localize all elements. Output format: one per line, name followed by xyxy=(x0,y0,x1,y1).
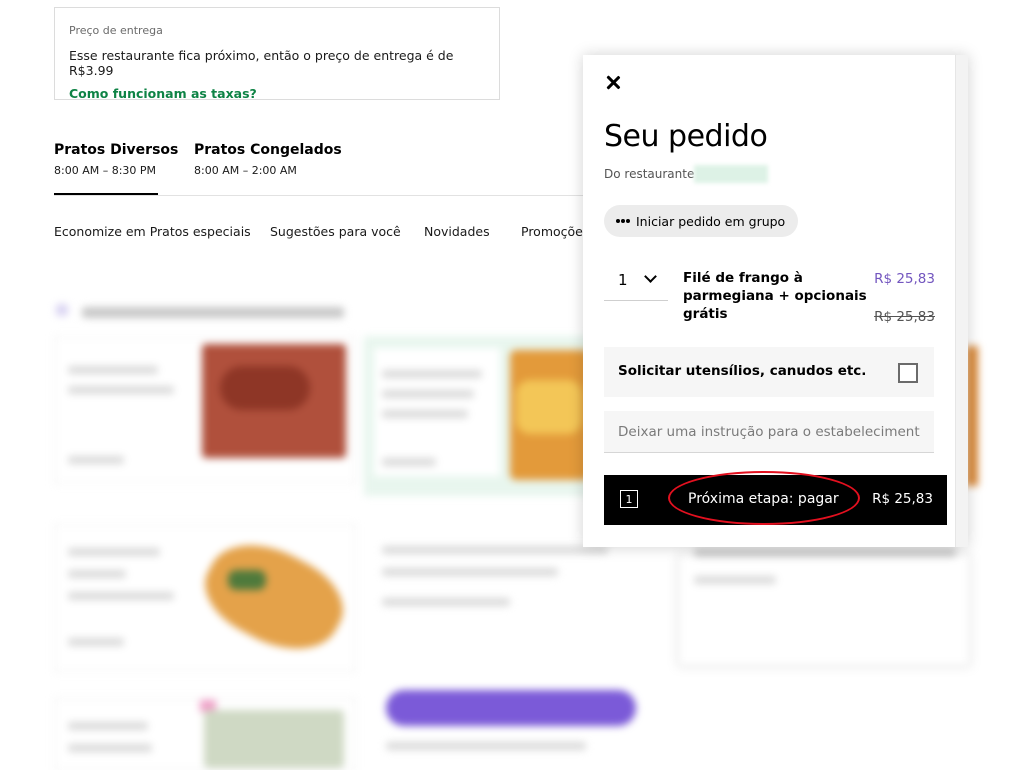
promo-banner[interactable] xyxy=(386,690,636,726)
card-title-placeholder xyxy=(382,568,558,576)
card-title-placeholder xyxy=(382,370,482,378)
group-icon xyxy=(616,219,630,223)
card-title-placeholder xyxy=(68,548,160,556)
card-title-placeholder xyxy=(68,744,152,752)
utensils-label: Solicitar utensílios, canudos etc. xyxy=(618,363,867,379)
menu-tab-hours: 8:00 AM – 8:30 PM xyxy=(54,164,157,177)
card-title-placeholder xyxy=(68,386,174,394)
card-price-placeholder xyxy=(68,456,124,464)
quantity-select[interactable]: 1 xyxy=(604,259,668,301)
card-title-placeholder xyxy=(68,722,148,730)
card-title-placeholder xyxy=(68,570,126,578)
menu-tab-name: Pratos Diversos xyxy=(54,142,179,158)
menu-card[interactable] xyxy=(678,554,970,666)
close-icon[interactable] xyxy=(603,73,623,93)
fees-info-link[interactable]: Como funcionam as taxas? xyxy=(69,86,485,101)
card-price-placeholder xyxy=(382,458,436,466)
card-price-placeholder xyxy=(382,598,510,606)
group-order-button[interactable]: Iniciar pedido em grupo xyxy=(604,205,799,237)
restaurant-name-redacted xyxy=(694,165,768,183)
section-icon xyxy=(56,304,68,316)
delivery-fee-card: Preço de entrega Esse restaurante fica p… xyxy=(54,7,500,101)
utensils-option[interactable]: Solicitar utensílios, canudos etc. xyxy=(604,347,934,397)
card-title-placeholder xyxy=(68,366,158,374)
quantity-value: 1 xyxy=(618,271,628,289)
tab-pratos-diversos[interactable]: Pratos Diversos 8:00 AM – 8:30 PM xyxy=(54,142,178,177)
category-link[interactable]: Novidades xyxy=(424,224,490,239)
group-order-label: Iniciar pedido em grupo xyxy=(636,213,786,229)
order-title: Seu pedido xyxy=(604,119,768,154)
restaurant-from-label: Do restaurante xyxy=(604,167,695,181)
card-title-placeholder xyxy=(68,592,174,600)
tab-pratos-congelados[interactable]: Pratos Congelados 8:00 AM – 2:00 AM xyxy=(194,142,342,177)
card-title-placeholder xyxy=(382,390,474,398)
cart-count-badge: 1 xyxy=(620,490,638,508)
category-link[interactable]: Promoções xyxy=(521,224,589,239)
item-price: R$ 25,83 xyxy=(874,271,935,287)
category-link[interactable]: Sugestões para você xyxy=(270,224,401,239)
card-title-placeholder xyxy=(694,576,776,584)
card-title-placeholder xyxy=(694,548,956,557)
item-original-price: R$ 25,83 xyxy=(874,309,935,325)
checkout-label: Próxima etapa: pagar xyxy=(688,491,839,507)
tabs-divider xyxy=(54,195,614,196)
dish-image-detail xyxy=(516,380,582,434)
panel-scrollbar[interactable] xyxy=(955,55,968,547)
card-title-placeholder xyxy=(382,410,468,418)
delivery-fee-label: Preço de entrega xyxy=(69,24,163,37)
checkout-price: R$ 25,83 xyxy=(872,491,933,507)
dish-image-detail xyxy=(228,570,266,590)
instruction-input[interactable] xyxy=(604,411,934,452)
menu-tab-name: Pratos Congelados xyxy=(194,142,342,158)
chevron-down-icon xyxy=(644,270,657,283)
dish-image xyxy=(204,710,344,768)
order-panel: Seu pedido Do restaurante Iniciar pedido… xyxy=(583,55,968,547)
card-title-placeholder xyxy=(386,742,586,750)
menu-tab-hours: 8:00 AM – 2:00 AM xyxy=(194,164,297,177)
category-link[interactable]: Economize em Pratos especiais xyxy=(54,224,251,239)
dish-image-detail xyxy=(220,366,310,410)
section-heading-placeholder xyxy=(82,307,344,318)
card-price-placeholder xyxy=(68,638,124,646)
item-name[interactable]: Filé de frango à parmegiana + opcionais … xyxy=(683,269,878,323)
card-title-placeholder xyxy=(382,546,608,554)
checkout-button[interactable]: 1 Próxima etapa: pagar R$ 25,83 xyxy=(604,475,947,525)
delivery-fee-text: Esse restaurante fica próximo, então o p… xyxy=(69,48,454,78)
checkbox-icon[interactable] xyxy=(898,363,918,383)
instruction-field[interactable] xyxy=(604,411,934,453)
